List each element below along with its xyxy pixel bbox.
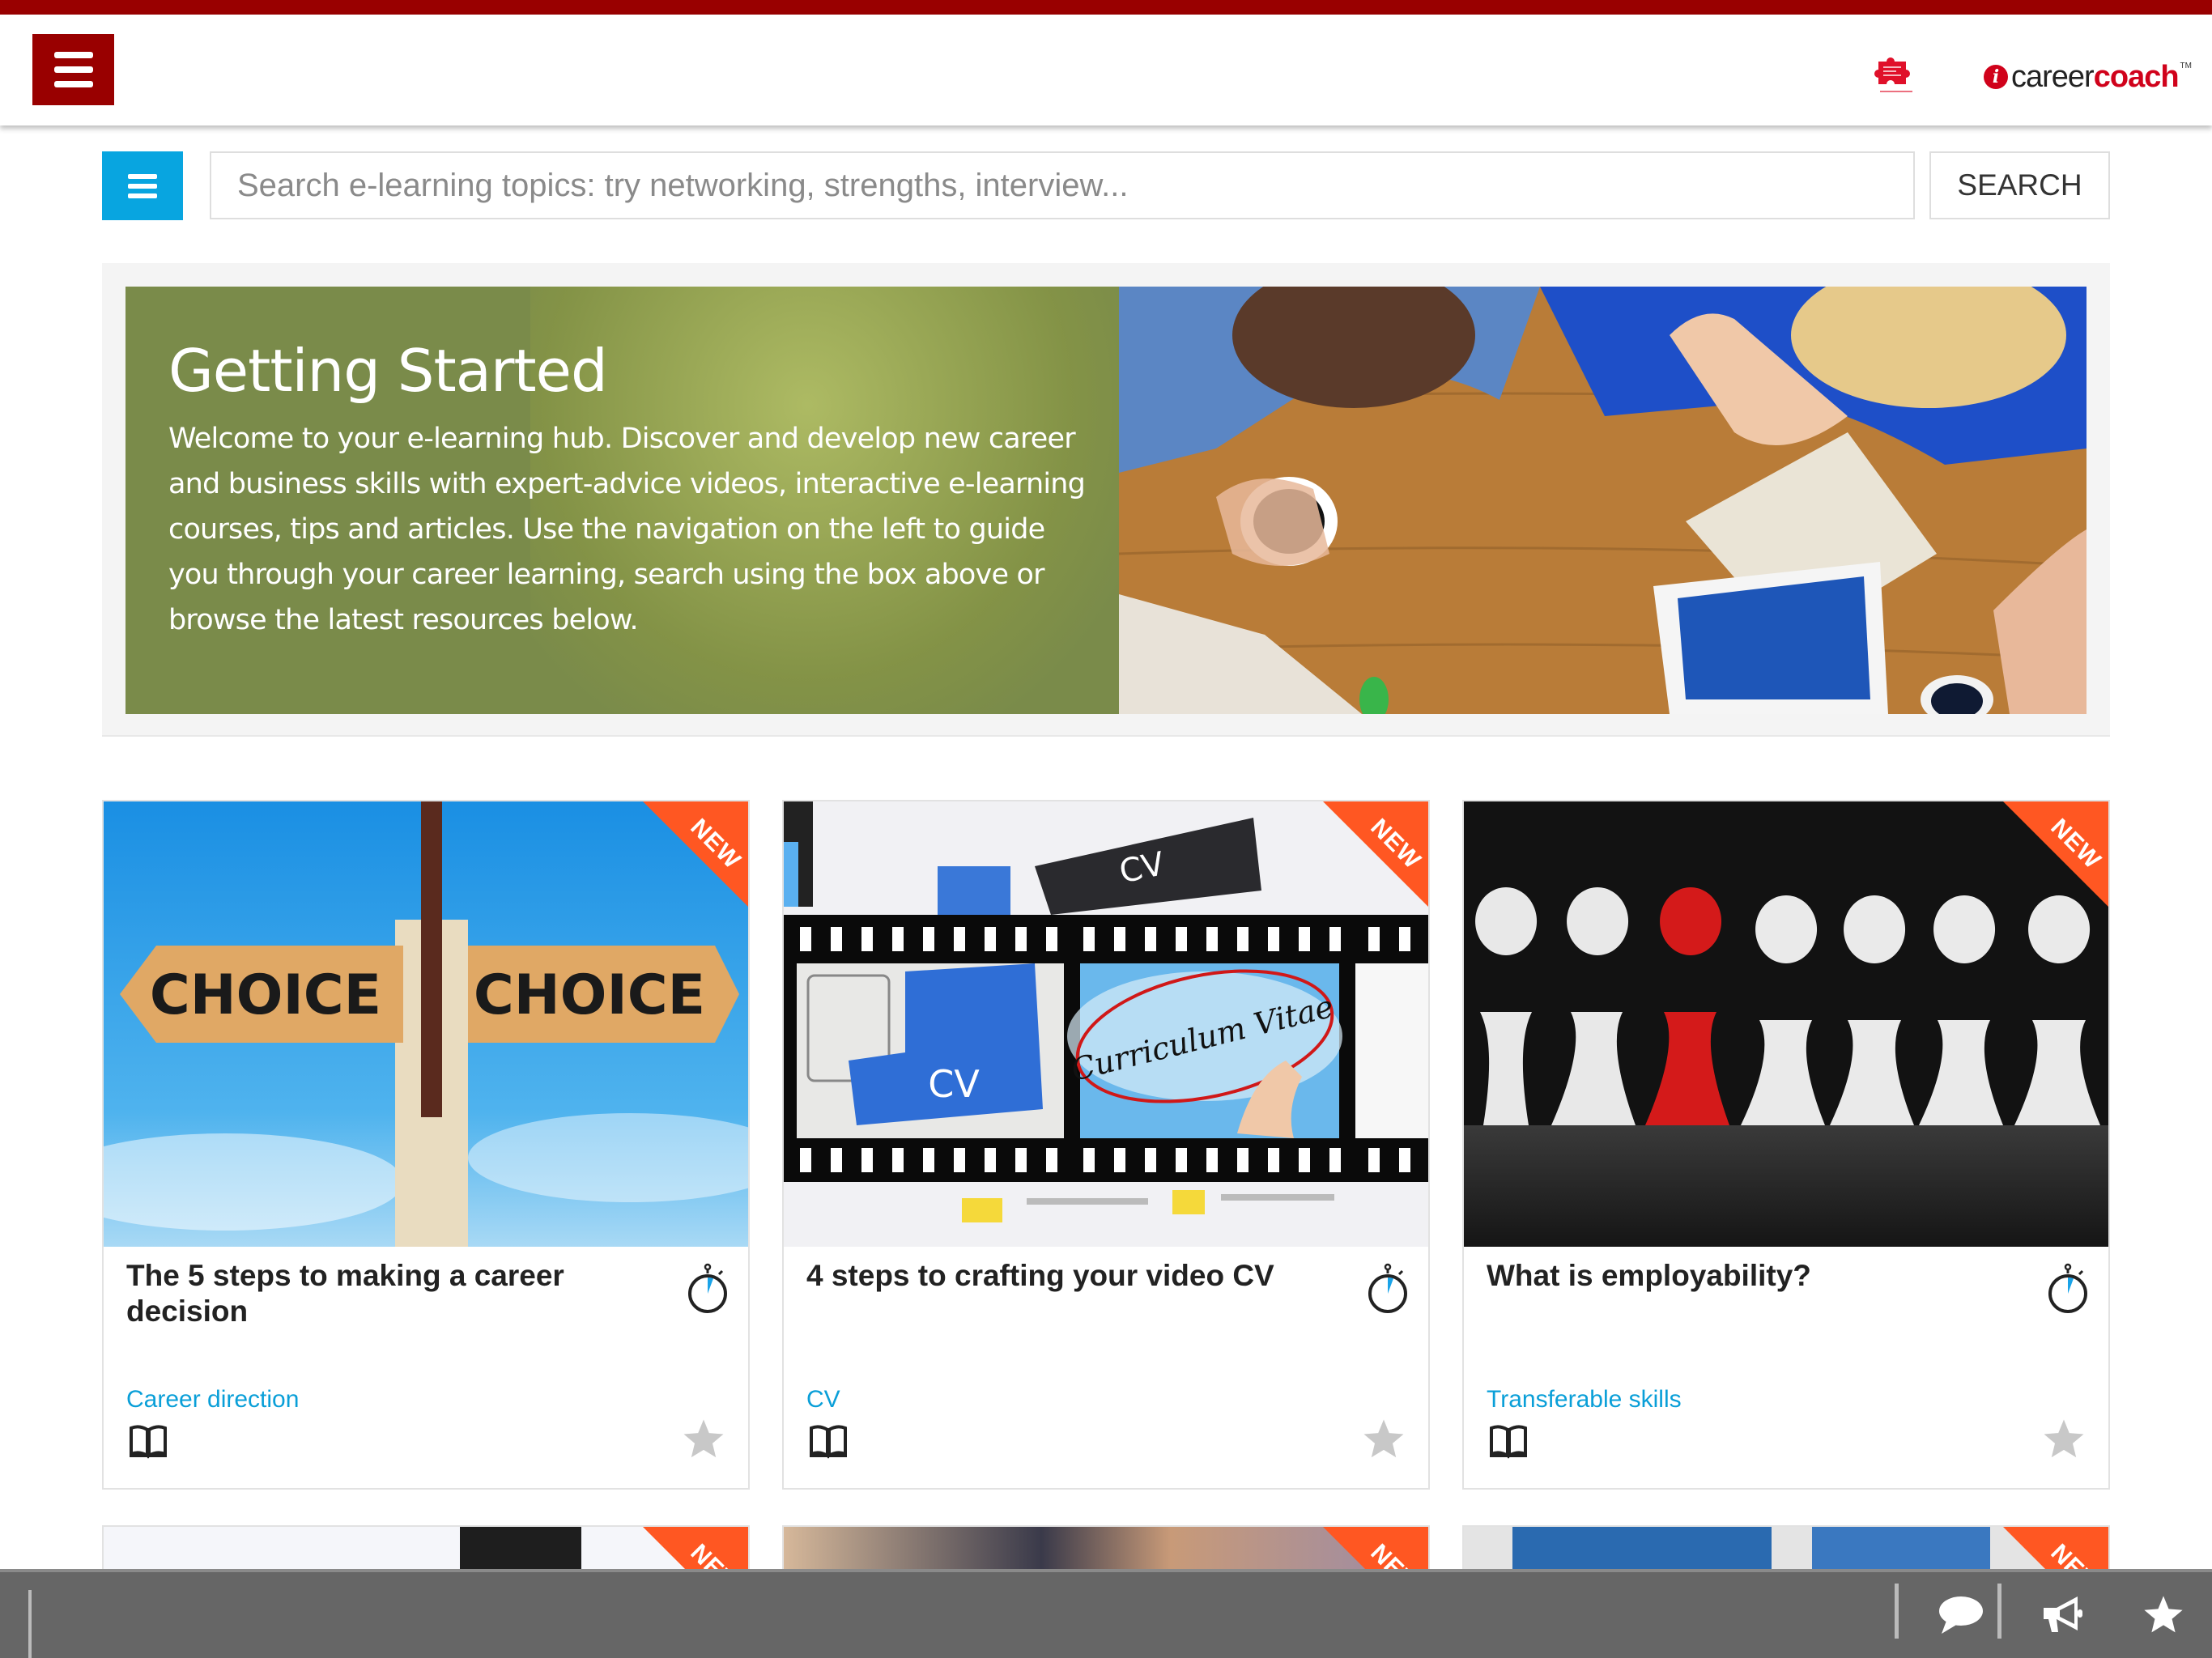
book-icon [1490, 1425, 1527, 1459]
people-at-table-illustration [1119, 287, 2087, 714]
card-category-link[interactable]: Transferable skills [1487, 1386, 1682, 1414]
info-i-icon: i [1984, 65, 2008, 89]
pcm-logo[interactable] [1872, 55, 1921, 96]
toolbar-divider [28, 1590, 32, 1658]
card-title[interactable]: What is employability? [1487, 1258, 2005, 1294]
toolbar-divider [1997, 1584, 2001, 1639]
hero-title: Getting Started [168, 337, 608, 405]
new-badge: NEW [1323, 1527, 1428, 1574]
getting-started-banner: Getting Started Welcome to your e-learni… [102, 263, 2110, 737]
sidebar-menu-button[interactable] [102, 151, 183, 220]
resource-card-partial[interactable]: NEW [782, 1525, 1430, 1574]
signpost-text-left: CHOICE [150, 963, 381, 1027]
new-badge: NEW [643, 1527, 748, 1574]
speech-bubble-icon[interactable] [1935, 1593, 1984, 1637]
card-category-link[interactable]: CV [806, 1386, 840, 1414]
hero-text-panel: Getting Started Welcome to your e-learni… [125, 287, 1119, 714]
logo-trademark: TM [2180, 62, 2192, 70]
hamburger-icon-bar [53, 81, 93, 87]
new-badge: NEW [2003, 1527, 2108, 1574]
hamburger-icon-bar [53, 66, 93, 73]
hamburger-icon-bar [128, 183, 157, 189]
header: i career coach TM [0, 15, 2212, 125]
careercoach-logo[interactable]: i career coach TM [1984, 57, 2192, 97]
hamburger-icon-bar [128, 193, 157, 198]
stopwatch-icon[interactable] [2047, 1263, 2089, 1315]
signpost-text-right: CHOICE [474, 963, 705, 1027]
search-input[interactable] [210, 151, 1915, 219]
new-badge: NEW [643, 801, 748, 907]
search-button[interactable]: SEARCH [1929, 151, 2110, 219]
hamburger-icon-bar [128, 173, 157, 179]
resource-card[interactable]: CHOICE CHOICE NEW The 5 steps to making … [102, 800, 750, 1490]
hero-description: Welcome to your e-learning hub. Discover… [168, 423, 1086, 636]
card-title[interactable]: 4 steps to crafting your video CV [806, 1258, 1325, 1294]
page: i career coach TM SEARCH Getting Started… [0, 0, 2212, 1658]
resource-card-partial[interactable]: NEW [1462, 1525, 2110, 1574]
stopwatch-icon[interactable] [687, 1263, 729, 1315]
card-image-partial [1812, 1527, 1990, 1574]
resource-card[interactable]: CV CV Curriculum Vitae NEW 4 steps to cr… [782, 800, 1430, 1490]
stopwatch-icon[interactable] [1367, 1263, 1409, 1315]
card-image-partial [460, 1527, 581, 1574]
book-icon [130, 1425, 167, 1459]
star-icon[interactable] [1360, 1417, 1407, 1462]
star-icon[interactable] [2040, 1417, 2087, 1462]
card-image: CHOICE CHOICE NEW [104, 801, 748, 1247]
new-badge: NEW [2003, 801, 2108, 907]
hero-photo [1119, 287, 2087, 714]
cv-key-text: CV [928, 1062, 980, 1106]
main-menu-button[interactable] [32, 34, 114, 105]
star-icon[interactable] [680, 1417, 727, 1462]
star-icon[interactable] [2139, 1593, 2188, 1637]
bottom-toolbar [0, 1569, 2212, 1658]
resource-card-partial[interactable]: NEW [102, 1525, 750, 1574]
book-icon [810, 1425, 847, 1459]
hamburger-icon-bar [53, 52, 93, 58]
card-category-link[interactable]: Career direction [126, 1386, 299, 1414]
logo-text-coach: coach [2093, 59, 2180, 94]
toolbar-divider [1895, 1584, 1899, 1639]
resource-card[interactable]: NEW What is employability? Transferable … [1462, 800, 2110, 1490]
card-title[interactable]: The 5 steps to making a career decision [126, 1258, 644, 1329]
top-accent-strip [0, 0, 2212, 15]
puzzle-piece-icon [1874, 57, 1912, 92]
card-image: CV CV Curriculum Vitae NEW [784, 801, 1428, 1247]
card-image: NEW [1464, 801, 2108, 1247]
new-badge: NEW [1323, 801, 1428, 907]
hero-inner: Getting Started Welcome to your e-learni… [125, 287, 2087, 714]
megaphone-icon[interactable] [2039, 1593, 2087, 1637]
card-image-partial [1512, 1527, 1772, 1574]
logo-text-career: career [2011, 59, 2095, 94]
